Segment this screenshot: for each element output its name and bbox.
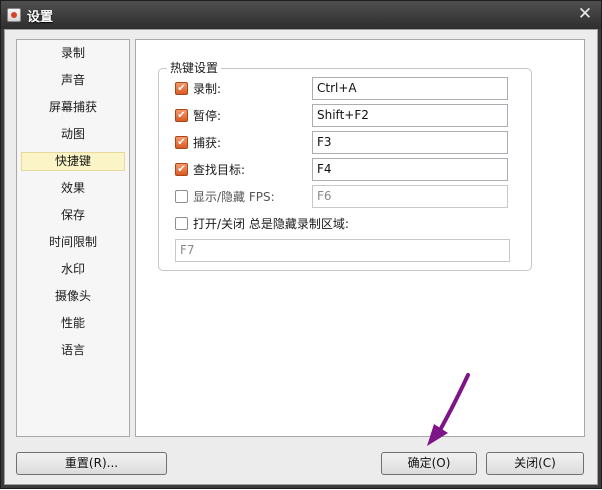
pause-hotkey-checkbox[interactable]: ✔ — [175, 109, 188, 122]
hotkey-settings-panel: 热键设置 ✔ 录制: Ctrl+A ✔ 暂停: Shift+F2 ✔ 捕获: F… — [135, 39, 585, 437]
close-window-button[interactable]: ✕ — [575, 4, 595, 24]
pause-hotkey-field[interactable]: Shift+F2 — [312, 104, 508, 127]
sidebar-item-record[interactable]: 录制 — [21, 44, 125, 63]
dialog-body: 录制 声音 屏幕捕获 动图 快捷键 效果 保存 时间限制 水印 摄像头 性能 语… — [4, 29, 598, 485]
sidebar-item-hotkeys[interactable]: 快捷键 — [21, 152, 125, 171]
record-hotkey-checkbox[interactable]: ✔ — [175, 82, 188, 95]
sidebar-item-language[interactable]: 语言 — [21, 341, 125, 360]
always-hide-hotkey-label: 打开/关闭 总是隐藏录制区域: — [193, 217, 349, 231]
capture-hotkey-field[interactable]: F3 — [312, 131, 508, 154]
find-target-hotkey-checkbox[interactable]: ✔ — [175, 163, 188, 176]
app-record-icon — [7, 8, 21, 22]
record-hotkey-field[interactable]: Ctrl+A — [312, 77, 508, 100]
capture-hotkey-label: 捕获: — [193, 136, 222, 150]
record-hotkey-label: 录制: — [193, 82, 222, 96]
sidebar-item-save[interactable]: 保存 — [21, 206, 125, 225]
ok-button[interactable]: 确定(O) — [381, 452, 477, 475]
toggle-fps-hotkey-checkbox[interactable] — [175, 190, 188, 203]
sidebar-item-performance[interactable]: 性能 — [21, 314, 125, 333]
sidebar-item-effects[interactable]: 效果 — [21, 179, 125, 198]
window-title: 设置 — [27, 10, 54, 25]
group-title: 热键设置 — [167, 60, 222, 76]
sidebar-item-animation[interactable]: 动图 — [21, 125, 125, 144]
sidebar-item-screen-capture[interactable]: 屏幕捕获 — [21, 98, 125, 117]
settings-window: 设置 ✕ 录制 声音 屏幕捕获 动图 快捷键 效果 保存 时间限制 水印 摄像头… — [0, 0, 602, 489]
always-hide-hotkey-checkbox[interactable] — [175, 217, 188, 230]
sidebar-item-audio[interactable]: 声音 — [21, 71, 125, 90]
toggle-fps-hotkey-field[interactable]: F6 — [312, 185, 508, 208]
sidebar-item-watermark[interactable]: 水印 — [21, 260, 125, 279]
hotkey-groupbox: 热键设置 ✔ 录制: Ctrl+A ✔ 暂停: Shift+F2 ✔ 捕获: F… — [158, 60, 532, 271]
settings-category-list: 录制 声音 屏幕捕获 动图 快捷键 效果 保存 时间限制 水印 摄像头 性能 语… — [16, 39, 130, 437]
find-target-hotkey-field[interactable]: F4 — [312, 158, 508, 181]
reset-button[interactable]: 重置(R)... — [16, 452, 167, 475]
find-target-hotkey-label: 查找目标: — [193, 163, 246, 177]
always-hide-hotkey-field[interactable]: F7 — [175, 239, 510, 262]
pause-hotkey-label: 暂停: — [193, 109, 222, 123]
sidebar-item-webcam[interactable]: 摄像头 — [21, 287, 125, 306]
toggle-fps-hotkey-label: 显示/隐藏 FPS: — [193, 190, 275, 204]
capture-hotkey-checkbox[interactable]: ✔ — [175, 136, 188, 149]
close-button[interactable]: 关闭(C) — [486, 452, 584, 475]
close-icon: ✕ — [577, 4, 593, 24]
sidebar-item-time-limit[interactable]: 时间限制 — [21, 233, 125, 252]
title-bar[interactable]: 设置 ✕ — [1, 1, 601, 29]
